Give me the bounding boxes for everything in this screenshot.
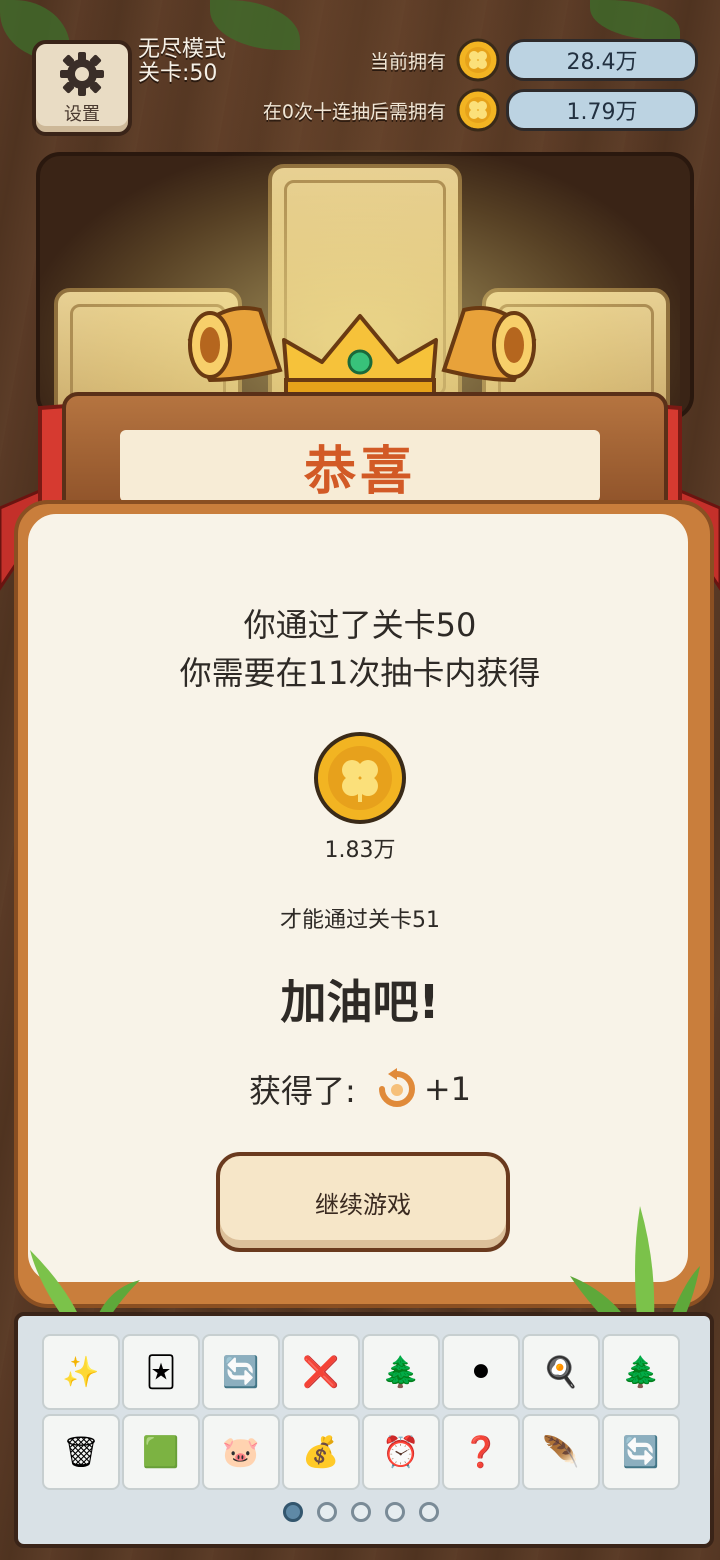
refresh-icon	[378, 1068, 415, 1107]
fruit-tree-icon: 🌲	[382, 1354, 420, 1390]
swap-arrows-icon: 🔄	[222, 1354, 260, 1390]
toolbar-slot[interactable]: 🟩	[122, 1414, 200, 1490]
toolbar-slot[interactable]: 🔄	[602, 1414, 680, 1490]
requirement-text: 你需要在11次抽卡内获得	[179, 654, 541, 692]
horn-right-icon	[441, 306, 537, 383]
clover-coin-icon	[314, 732, 406, 824]
toolbar-slot[interactable]: 🗑	[42, 1414, 120, 1490]
toolbar-slot[interactable]: ❌	[282, 1334, 360, 1410]
clover-coin-icon	[456, 88, 500, 132]
level-passed-text: 你通过了关卡50	[243, 606, 477, 644]
required-coins-label: 在0次十连抽后需拥有	[262, 100, 446, 123]
current-coins-row: 当前拥有 28.4万	[370, 38, 698, 82]
toolbar-slot[interactable]: 🐷	[202, 1414, 280, 1490]
gear-icon	[60, 52, 104, 96]
toolbar-slot[interactable]: 🔄	[202, 1334, 280, 1410]
toolbar-slot[interactable]: ⏰	[362, 1414, 440, 1490]
trash-coins-icon: 🗑	[61, 1434, 101, 1470]
current-coins-label: 当前拥有	[369, 50, 446, 73]
toolbar-slot[interactable]: ✨	[42, 1334, 120, 1410]
alarm-clock-icon: ⏰	[382, 1434, 420, 1470]
required-coins-row: 在0次十连抽后需拥有 1.79万	[263, 88, 698, 132]
mode-info: 无尽模式 关卡:50	[138, 38, 226, 86]
horn-left-icon	[187, 306, 283, 383]
reward-row: 获得了: +1	[0, 1066, 720, 1112]
swap-arrows-icon-2: 🔄	[622, 1434, 660, 1470]
cross-question-icon: ❌	[302, 1354, 340, 1390]
page-dot-4[interactable]	[385, 1502, 405, 1522]
piggy-bank-icon: 🐷	[222, 1434, 260, 1470]
reward-value: +1	[423, 1070, 471, 1108]
toolbar-slot[interactable]: 🍳	[522, 1334, 600, 1410]
money-bag-icon: 💰	[302, 1434, 340, 1470]
frying-pan-icon: 🍳	[542, 1354, 580, 1390]
feather-icon: 🪶	[542, 1434, 580, 1470]
level-number: 关卡:50	[138, 61, 218, 86]
reward-label: 获得了:	[249, 1072, 356, 1110]
clover-coin-icon	[456, 38, 500, 82]
coin-target-amount: 1.83万	[324, 838, 396, 863]
free-question-card-icon: ❓	[462, 1434, 500, 1470]
page-dot-5[interactable]	[419, 1502, 439, 1522]
mode-name: 无尽模式	[138, 37, 227, 62]
page-dot-2[interactable]	[317, 1502, 337, 1522]
dialog-title: 恭喜	[303, 441, 416, 502]
toolbar-slot[interactable]: 💰	[282, 1414, 360, 1490]
next-level-text: 才能通过关卡51	[280, 908, 440, 933]
green-card-icon: 🟩	[142, 1434, 180, 1470]
title-panel: 恭喜	[120, 430, 600, 502]
page-dot-3[interactable]	[351, 1502, 371, 1522]
toolbar-slot[interactable]: 🌲	[362, 1334, 440, 1410]
toolbar-slot[interactable]: ⚫	[442, 1334, 520, 1410]
toolbar-slot[interactable]: ❓	[442, 1414, 520, 1490]
current-coins-value: 28.4万	[506, 39, 698, 81]
page-dot-1[interactable]	[283, 1502, 303, 1522]
continue-button[interactable]: 继续游戏	[216, 1152, 510, 1252]
fruit-tree-icon-2: 🌲	[622, 1354, 660, 1390]
black-hole-icon: ⚫	[468, 1354, 494, 1390]
required-coins-value: 1.79万	[506, 89, 698, 131]
continue-label: 继续游戏	[315, 1190, 411, 1219]
coin-cards-x2-icon: 🃏	[145, 1354, 177, 1390]
crown-icon	[282, 314, 438, 396]
sparkle-item-icon: ✨	[62, 1354, 100, 1390]
toolbar-slot[interactable]: 🃏	[122, 1334, 200, 1410]
toolbar-slot[interactable]: 🪶	[522, 1414, 600, 1490]
cheer-text: 加油吧!	[280, 975, 440, 1029]
toolbar-slot[interactable]: 🌲	[602, 1334, 680, 1410]
settings-label: 设置	[64, 104, 100, 125]
settings-button[interactable]: 设置	[32, 40, 132, 136]
